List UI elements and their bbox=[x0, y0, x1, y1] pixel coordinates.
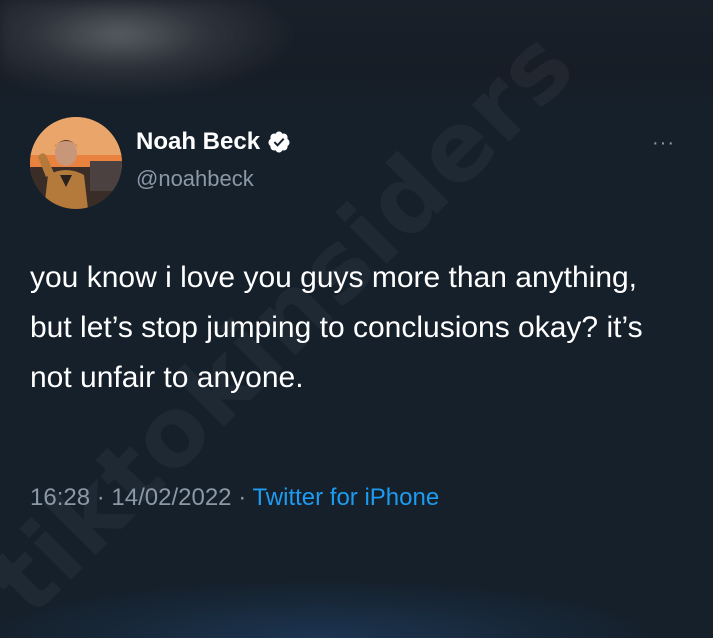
user-handle[interactable]: @noahbeck bbox=[136, 166, 254, 192]
meta-separator: · bbox=[96, 484, 105, 511]
tweet-text: you know i love you guys more than anyth… bbox=[30, 261, 643, 394]
tweet-time[interactable]: 16:28 bbox=[30, 484, 90, 511]
verified-badge-icon bbox=[267, 130, 291, 154]
user-name-row: Noah Beck bbox=[136, 128, 291, 156]
tweet-date[interactable]: 14/02/2022 bbox=[111, 484, 231, 511]
avatar-photo bbox=[30, 117, 122, 209]
more-options-icon[interactable]: ··· bbox=[652, 133, 675, 153]
display-name[interactable]: Noah Beck bbox=[136, 128, 260, 156]
blurred-header-region bbox=[0, 0, 713, 108]
meta-separator: · bbox=[238, 484, 247, 511]
tweet-metadata: 16:28 · 14/02/2022 · Twitter for iPhone bbox=[30, 484, 439, 512]
avatar[interactable] bbox=[30, 117, 122, 209]
bottom-blur-region bbox=[0, 570, 713, 638]
tweet-source-link[interactable]: Twitter for iPhone bbox=[252, 484, 439, 511]
